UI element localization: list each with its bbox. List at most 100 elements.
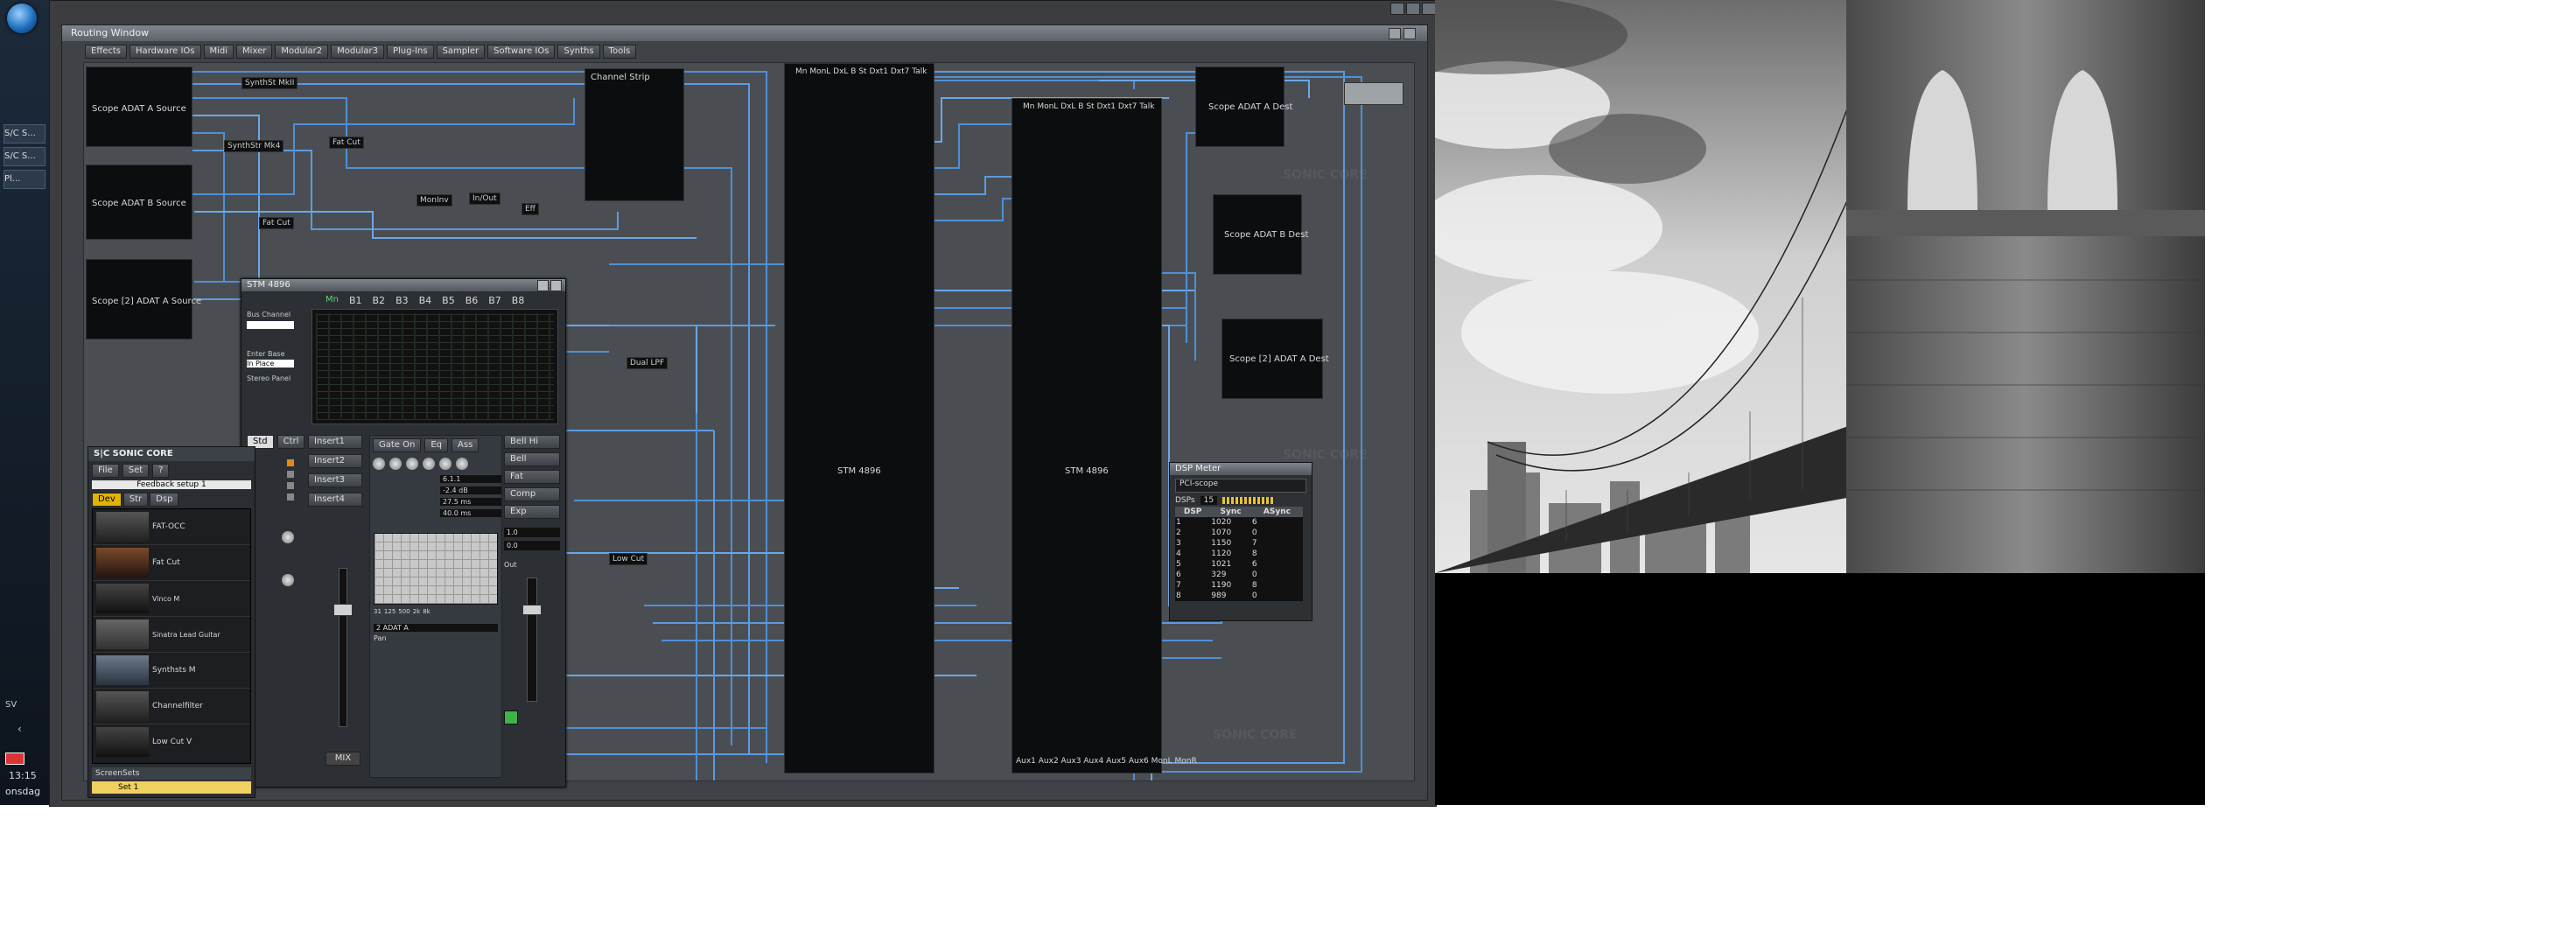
list-item[interactable]: Sinatra Lead Guitar [93,617,250,653]
eq-value[interactable]: 1.0 [504,528,560,537]
list-item[interactable]: Vinco M [93,581,250,617]
knob[interactable] [282,574,294,586]
plugin-module[interactable]: SynthSt MkII [242,77,298,89]
clock-time[interactable]: 13:15 [9,770,37,781]
plugin-module[interactable]: Fat Cut [329,136,364,149]
led-icon[interactable] [287,482,294,489]
list-item[interactable]: Low Cut V [93,724,250,760]
scope-adat-a-source-module[interactable]: Scope ADAT A Source [86,66,192,147]
list-item[interactable]: Fat Cut [93,545,250,581]
ctrl-button[interactable]: Ctrl [276,435,305,449]
fader-knob[interactable] [522,605,542,615]
close-icon[interactable] [1422,3,1436,15]
fader-track[interactable] [333,568,353,727]
plugin-module[interactable]: Eff [522,203,539,215]
scope2-adat-a-dest-module[interactable]: Scope [2] ADAT A Dest [1222,318,1329,399]
led-orange-icon[interactable] [287,459,294,466]
plugin-module[interactable]: Dual LPF [626,357,668,369]
ass-button[interactable]: Ass [452,438,480,452]
minimize-icon[interactable] [537,280,549,291]
menu-effects[interactable]: Effects [85,45,127,59]
eq-value[interactable]: 0.0 [504,541,560,550]
insert-3-button[interactable]: Insert3 [308,473,362,487]
mix-button[interactable]: MIX [326,752,360,766]
maximize-icon[interactable] [1406,3,1420,15]
menu-software-ios[interactable]: Software IOs [487,45,556,59]
taskbar-item-sc-1[interactable]: S/C S... [4,124,46,144]
insert-4-button[interactable]: Insert4 [308,493,362,507]
fader-right[interactable] [522,578,542,702]
dsp-card-select[interactable]: PCI-scope [1175,479,1306,493]
eq-knob[interactable] [373,458,385,470]
taskbar-item-pl[interactable]: Pl... [4,170,46,189]
project-name[interactable]: Feedback setup 1 [92,480,251,489]
list-item[interactable]: FAT-OCC [93,509,250,545]
minimize-icon[interactable] [1390,3,1404,15]
stm-label[interactable]: In Place [247,360,294,368]
menu-modular3[interactable]: Modular3 [331,45,384,59]
eq-knob[interactable] [456,458,468,470]
eq-value[interactable]: 6.1.1 [440,475,501,483]
insert-1-button[interactable]: Insert1 [308,435,362,449]
scope-adat-a-dest-module[interactable]: Scope ADAT A Dest [1195,66,1292,147]
led-icon[interactable] [287,494,294,500]
menu-synths[interactable]: Synths [557,45,600,59]
plugin-module[interactable]: SynthStr Mk4 [224,140,284,152]
close-icon[interactable] [1404,28,1416,39]
eq-graph[interactable] [374,533,498,605]
menu-tools[interactable]: Tools [602,45,637,59]
minimize-icon[interactable] [1389,28,1401,39]
plugin-module[interactable]: MonInv [416,194,452,206]
menu-plugins[interactable]: Plug-Ins [386,45,434,59]
exp-button[interactable]: Exp [504,505,560,519]
stm-4896-module-right[interactable]: Mn MonL DxL B St Dxt1 Dxt7 Talk STM 4896… [1012,98,1197,774]
menu-help[interactable]: ? [152,464,170,478]
menu-mixer[interactable]: Mixer [236,45,273,59]
scope2-adat-a-source-module[interactable]: Scope [2] ADAT A Source [86,259,201,340]
gate-on-button[interactable]: Gate On [373,438,422,452]
eq-value[interactable]: 40.0 ms [440,509,501,517]
scope-adat-b-dest-module[interactable]: Scope ADAT B Dest [1213,194,1308,275]
eq-knob[interactable] [389,458,402,470]
eq-knob[interactable] [406,458,418,470]
knob[interactable] [282,531,294,543]
list-item[interactable]: Channelfilter [93,689,250,724]
green-led-icon[interactable] [504,710,518,724]
plugin-module[interactable]: In/Out [469,192,500,205]
insert-2-button[interactable]: Insert2 [308,454,362,468]
channel-name[interactable]: 2 ADAT A [374,624,498,632]
menu-midi[interactable]: Midi [203,45,234,59]
fat-button[interactable]: Fat [504,470,560,484]
language-indicator[interactable]: SV [5,700,17,710]
menu-set[interactable]: Set [122,464,150,478]
taskbar-item-sc-2[interactable]: S/C S... [4,147,46,166]
scope-adat-b-source-module[interactable]: Scope ADAT B Source [86,164,192,240]
eq-value[interactable]: 27.5 ms [440,498,501,506]
list-item[interactable]: Synthsts M [93,653,250,689]
bell-button[interactable]: Bell [504,452,560,466]
screenset-item[interactable]: Set 1 [92,781,251,794]
tray-chevron-icon[interactable]: ‹ [18,723,22,735]
close-icon[interactable] [550,280,562,291]
comp-button[interactable]: Comp [504,487,560,501]
tab-dsp[interactable]: Dsp [150,493,179,507]
eq-button[interactable]: Eq [424,438,449,452]
led-icon[interactable] [287,471,294,478]
channel-strip-module[interactable]: Channel Strip [584,68,684,201]
tab-dev[interactable]: Dev [92,493,122,507]
plugin-module[interactable]: Fat Cut [259,217,294,229]
tab-str[interactable]: Str [122,493,149,507]
stm-4896-module-left[interactable]: Mn MonL DxL B St Dxt1 Dxt7 Talk STM 4896 [784,63,934,774]
start-orb-icon[interactable] [7,4,37,33]
bell-hi-button[interactable]: Bell Hi [504,435,560,449]
stm-toggle[interactable] [247,321,294,329]
eq-value[interactable]: -2.4 dB [440,486,501,494]
routing-node[interactable] [1344,82,1404,105]
tray-flag-icon[interactable] [5,752,24,765]
fader-knob[interactable] [333,604,353,616]
menu-hardware-ios[interactable]: Hardware IOs [130,45,201,59]
menu-sampler[interactable]: Sampler [436,45,486,59]
menu-file[interactable]: File [92,464,119,478]
plugin-module[interactable]: Low Cut [609,553,648,565]
eq-knob[interactable] [423,458,435,470]
